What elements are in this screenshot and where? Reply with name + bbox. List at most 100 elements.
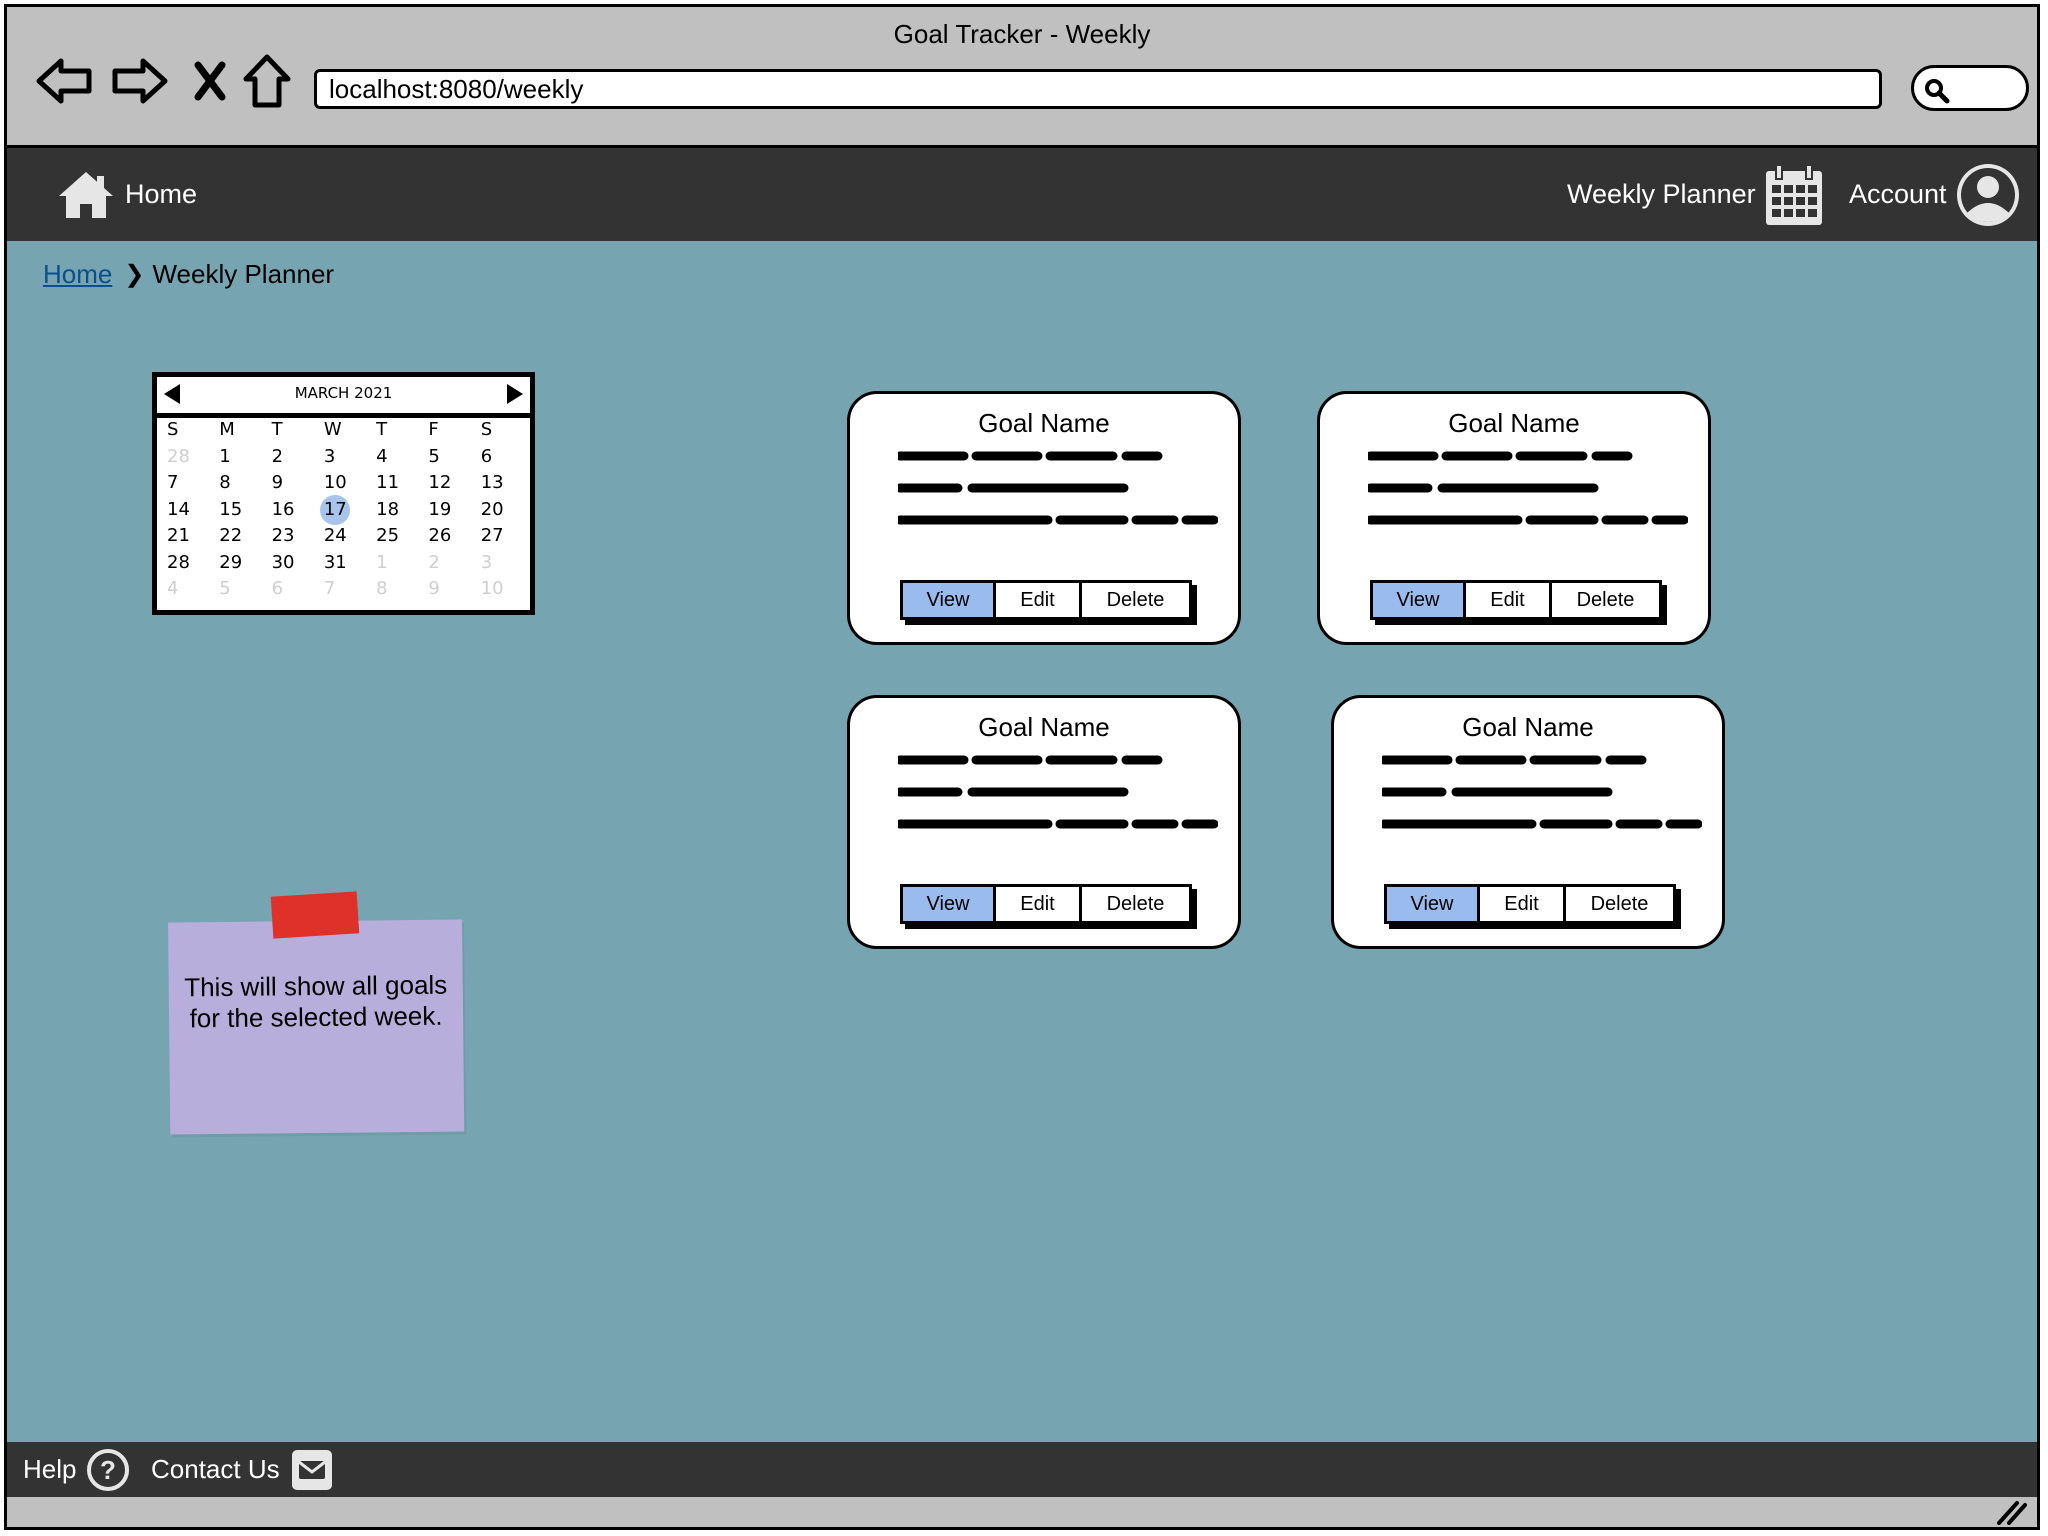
calendar-day[interactable]: 8 bbox=[213, 472, 265, 499]
footer: Help ? Contact Us bbox=[7, 1442, 2037, 1497]
calendar-weekday: T bbox=[271, 419, 283, 440]
calendar-day[interactable]: 26 bbox=[422, 525, 474, 552]
calendar-day[interactable]: 2 bbox=[422, 552, 474, 579]
calendar-day[interactable]: 15 bbox=[213, 499, 265, 526]
calendar-day[interactable]: 9 bbox=[422, 578, 474, 605]
calendar-week-row: 4 5 6 7 8 9 10 bbox=[161, 578, 527, 605]
goal-action-buttons: View Edit Delete bbox=[1384, 884, 1676, 924]
calendar-day[interactable]: 2 bbox=[266, 446, 318, 473]
calendar-day[interactable]: 11 bbox=[370, 472, 422, 499]
calendar-day[interactable]: 5 bbox=[422, 446, 474, 473]
edit-goal-button[interactable]: Edit bbox=[993, 887, 1079, 921]
calendar-month-label: MARCH 2021 bbox=[294, 384, 393, 402]
calendar-day-number: 18 bbox=[376, 498, 400, 520]
envelope-icon bbox=[291, 1449, 332, 1490]
calendar-day[interactable]: 21 bbox=[161, 525, 213, 552]
calendar-day[interactable]: 4 bbox=[370, 446, 422, 473]
calendar-day[interactable]: 6 bbox=[475, 446, 527, 473]
nav-account[interactable]: Account bbox=[1849, 148, 2021, 241]
calendar-day[interactable]: 7 bbox=[161, 472, 213, 499]
calendar-day[interactable]: 3 bbox=[475, 552, 527, 579]
calendar-day[interactable]: 10 bbox=[475, 578, 527, 605]
placeholder-text-scribble bbox=[1365, 451, 1689, 525]
calendar-day-number: 6 bbox=[271, 578, 284, 599]
calendar-day[interactable]: 28 bbox=[161, 552, 213, 579]
calendar-day-number: 14 bbox=[167, 498, 190, 520]
calendar-day-number: 1 bbox=[219, 445, 231, 467]
sticky-note: This will show all goals for the selecte… bbox=[168, 887, 469, 1135]
calendar-weekday: M bbox=[219, 419, 235, 440]
calendar-day[interactable]: 13 bbox=[475, 472, 527, 499]
calendar-day-number: 30 bbox=[271, 551, 295, 573]
calendar-day[interactable]: 12 bbox=[422, 472, 474, 499]
calendar-day[interactable]: 6 bbox=[266, 578, 318, 605]
view-goal-button[interactable]: View bbox=[1373, 583, 1463, 617]
goal-name: Goal Name bbox=[1462, 712, 1594, 742]
calendar-day[interactable]: 7 bbox=[318, 578, 370, 605]
calendar-day[interactable]: 25 bbox=[370, 525, 422, 552]
calendar-day[interactable]: 29 bbox=[213, 552, 265, 579]
view-goal-button[interactable]: View bbox=[903, 583, 993, 617]
back-arrow-icon[interactable] bbox=[33, 49, 97, 113]
calendar-day[interactable]: 20 bbox=[475, 499, 527, 526]
goal-action-buttons: View Edit Delete bbox=[900, 580, 1192, 620]
calendar-day[interactable]: 27 bbox=[475, 525, 527, 552]
calendar-day-number: 4 bbox=[376, 445, 388, 467]
calendar-day[interactable]: 30 bbox=[266, 552, 318, 579]
forward-arrow-icon[interactable] bbox=[107, 49, 171, 113]
goal-card: Goal Name View Edit Delete bbox=[847, 391, 1241, 645]
calendar-day[interactable]: 1 bbox=[213, 446, 265, 473]
delete-goal-button[interactable]: Delete bbox=[1563, 887, 1673, 921]
browser-search-field[interactable] bbox=[1911, 65, 2029, 111]
resize-grip-icon[interactable] bbox=[1995, 1499, 2027, 1525]
calendar-day-number: 4 bbox=[167, 578, 179, 599]
app-navbar: Home Weekly Planner Account bbox=[7, 148, 2037, 241]
calendar-day-number: 5 bbox=[428, 445, 440, 467]
calendar-day[interactable]: 22 bbox=[213, 525, 265, 552]
nav-weekly-planner[interactable]: Weekly Planner bbox=[1567, 148, 1824, 241]
edit-goal-button[interactable]: Edit bbox=[1477, 887, 1563, 921]
calendar-day[interactable]: 24 bbox=[318, 525, 370, 552]
view-goal-button[interactable]: View bbox=[903, 887, 993, 921]
nav-home[interactable]: Home bbox=[57, 148, 197, 241]
calendar-day-number: 16 bbox=[271, 498, 295, 520]
next-month-icon[interactable] bbox=[502, 382, 526, 406]
calendar-day[interactable]: 10 bbox=[318, 472, 370, 499]
calendar-day-number: 17 bbox=[323, 498, 347, 520]
view-goal-button[interactable]: View bbox=[1387, 887, 1477, 921]
calendar-day[interactable]: 4 bbox=[161, 578, 213, 605]
calendar-day[interactable]: 18 bbox=[370, 499, 422, 526]
sticky-note-text: This will show all goals for the selecte… bbox=[184, 969, 448, 1034]
edit-goal-button[interactable]: Edit bbox=[1463, 583, 1549, 617]
calendar-day-number: 26 bbox=[428, 525, 452, 546]
calendar-day[interactable]: 16 bbox=[266, 499, 318, 526]
calendar-day[interactable]: 31 bbox=[318, 552, 370, 579]
calendar-day[interactable]: 5 bbox=[213, 578, 265, 605]
help-link[interactable]: Help ? bbox=[23, 1442, 130, 1497]
calendar-day-number: 7 bbox=[323, 578, 336, 599]
calendar-day[interactable]: 19 bbox=[422, 499, 474, 526]
breadcrumb: Home ❯ Weekly Planner bbox=[43, 259, 334, 290]
calendar-day[interactable]: 1 bbox=[370, 552, 422, 579]
calendar-day-selected[interactable]: 17 bbox=[318, 494, 370, 526]
delete-goal-button[interactable]: Delete bbox=[1079, 583, 1189, 617]
placeholder-text-scribble bbox=[895, 755, 1219, 829]
delete-goal-button[interactable]: Delete bbox=[1079, 887, 1189, 921]
calendar-day[interactable]: 28 bbox=[161, 446, 213, 473]
edit-goal-button[interactable]: Edit bbox=[993, 583, 1079, 617]
calendar-day[interactable]: 8 bbox=[370, 578, 422, 605]
calendar-day[interactable]: 14 bbox=[161, 499, 213, 526]
url-input[interactable]: localhost:8080/weekly bbox=[314, 69, 1882, 109]
calendar-week-row: 28 29 30 31 1 2 3 bbox=[161, 552, 527, 579]
sticky-note-tape bbox=[270, 891, 360, 939]
stop-icon[interactable] bbox=[178, 49, 242, 113]
calendar-day-number: 11 bbox=[376, 472, 400, 493]
calendar-day[interactable]: 23 bbox=[266, 525, 318, 552]
calendar-weekday-row: SMTWTFS bbox=[161, 419, 527, 446]
calendar-day[interactable]: 3 bbox=[318, 446, 370, 473]
breadcrumb-home-link[interactable]: Home bbox=[43, 259, 112, 290]
delete-goal-button[interactable]: Delete bbox=[1549, 583, 1659, 617]
home-icon[interactable] bbox=[235, 49, 299, 113]
contact-us-link[interactable]: Contact Us bbox=[151, 1442, 334, 1497]
calendar-day[interactable]: 9 bbox=[266, 472, 318, 499]
